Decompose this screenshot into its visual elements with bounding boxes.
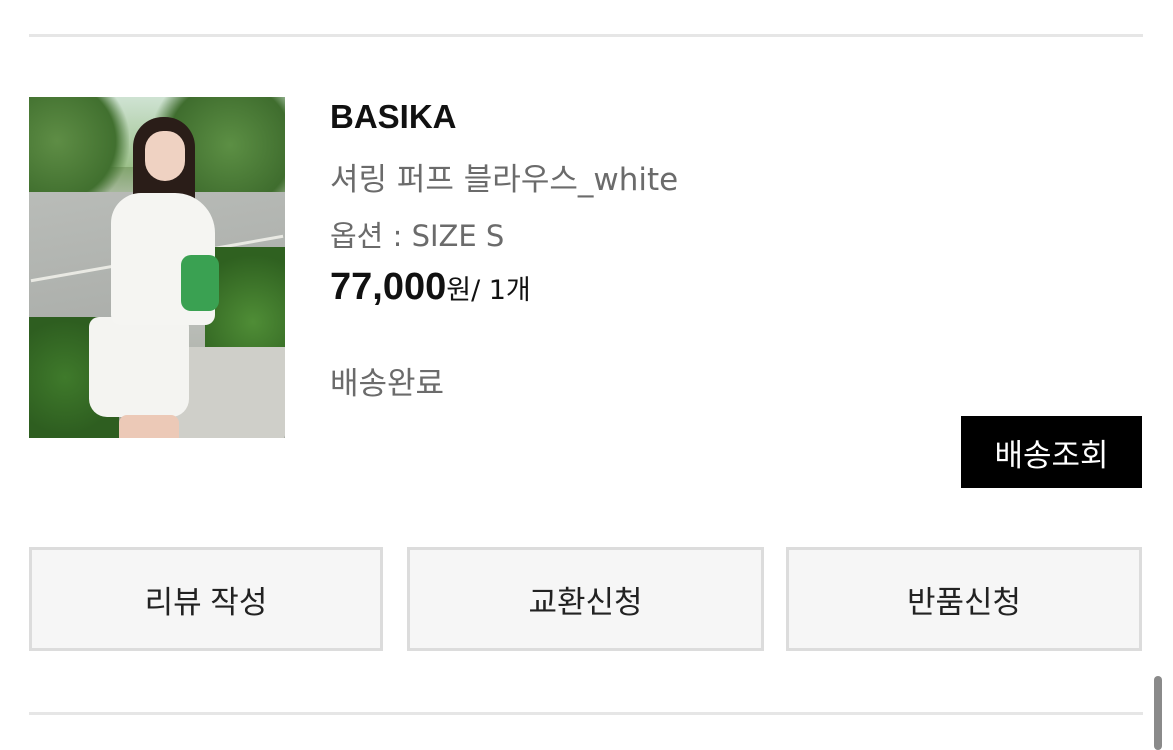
price-row: 77,000원/ 1개	[330, 266, 531, 309]
thumbnail-trees-left	[29, 97, 129, 207]
product-name[interactable]: 셔링 퍼프 블라우스_white	[330, 154, 678, 199]
bottom-divider	[29, 712, 1143, 715]
delivery-status: 배송완료	[330, 366, 445, 402]
thumbnail-model-shorts	[89, 317, 189, 417]
write-review-button[interactable]: 리뷰 작성	[29, 547, 383, 651]
product-thumbnail[interactable]	[29, 97, 285, 438]
request-exchange-button[interactable]: 교환신청	[407, 547, 764, 651]
scrollbar[interactable]	[1154, 676, 1162, 750]
thumbnail-model-face	[145, 131, 185, 181]
price-currency: 원	[446, 275, 472, 306]
price-amount: 77,000	[330, 266, 447, 308]
thumbnail-model-legs	[119, 415, 179, 438]
thumbnail-green-bag	[181, 255, 219, 311]
product-option: 옵션 : SIZE S	[330, 219, 505, 253]
top-divider	[29, 34, 1143, 37]
request-return-button[interactable]: 반품신청	[786, 547, 1142, 651]
track-delivery-button[interactable]: 배송조회	[961, 416, 1142, 488]
order-item-page: BASIKA 셔링 퍼프 블라우스_white 옵션 : SIZE S 77,0…	[0, 0, 1173, 750]
brand-name[interactable]: BASIKA	[330, 98, 457, 136]
order-quantity: / 1개	[471, 275, 531, 306]
